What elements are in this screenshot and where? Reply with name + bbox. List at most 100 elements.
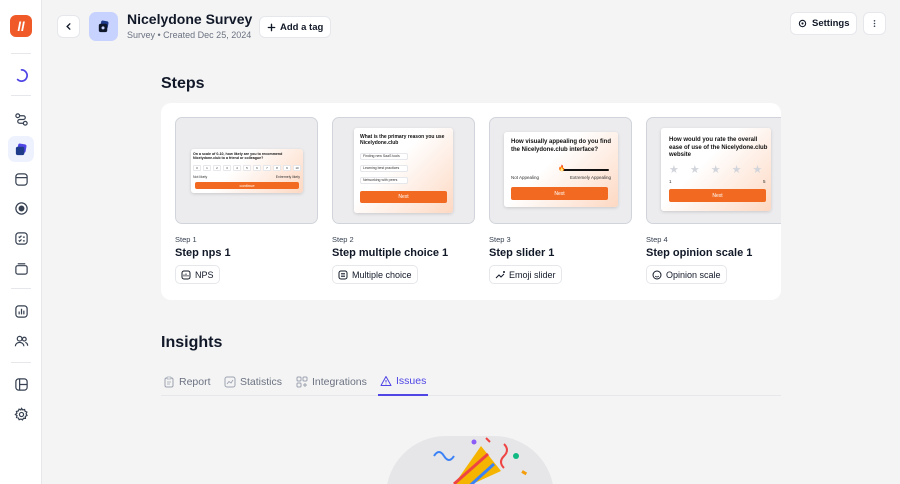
step-name: Step multiple choice 1 xyxy=(332,247,449,259)
preview-option: Networking with peers xyxy=(360,177,408,184)
preview-next-button: Next xyxy=(511,187,608,200)
step-name: Step slider 1 xyxy=(489,247,555,259)
preview-next-button: Next xyxy=(669,189,766,202)
nps-scale-box: 0 xyxy=(193,165,201,171)
window-icon[interactable] xyxy=(8,166,34,192)
multiple-choice-icon xyxy=(338,270,348,279)
step-type-badge: Opinion scale xyxy=(646,265,727,284)
nps-scale-box: 2 xyxy=(213,165,221,171)
tab-label: Issues xyxy=(396,375,427,387)
preview-option: Finding new SaaS tools xyxy=(360,153,408,160)
preview-continue-button: continue xyxy=(195,182,299,189)
logo-mark: ll xyxy=(17,18,25,34)
stack-icon[interactable] xyxy=(8,255,34,281)
settings-icon[interactable] xyxy=(8,401,34,427)
step-preview: On a scale of 0-10, how likely are you t… xyxy=(175,117,318,224)
step-card[interactable]: On a scale of 0-10, how likely are you t… xyxy=(175,117,318,285)
nps-scale-box: 10 xyxy=(293,165,301,171)
route-icon[interactable] xyxy=(8,106,34,132)
step-type-label: Multiple choice xyxy=(352,269,412,280)
surveys-icon[interactable] xyxy=(8,136,34,162)
step-name: Step nps 1 xyxy=(175,247,231,259)
step-type-label: NPS xyxy=(195,269,214,280)
add-tag-label: Add a tag xyxy=(280,21,324,33)
party-popper-icon xyxy=(433,437,528,484)
tab-label: Statistics xyxy=(240,376,283,388)
loader-icon[interactable] xyxy=(8,62,34,88)
top-bar: Nicelydone Survey Survey • Created Dec 2… xyxy=(42,0,900,52)
step-card[interactable]: How visually appealing do you find the N… xyxy=(489,117,632,285)
preview-card: How visually appealing do you find the N… xyxy=(504,132,618,207)
step-name: Step opinion scale 1 xyxy=(646,247,753,259)
steps-panel: On a scale of 0-10, how likely are you t… xyxy=(161,103,781,300)
fire-emoji-icon: 🔥 xyxy=(558,166,566,172)
chart-icon xyxy=(224,376,236,388)
opinion-scale-icon xyxy=(652,270,662,279)
preview-question: What is the primary reason you use Nicel… xyxy=(360,134,445,146)
add-tag-button[interactable]: Add a tag xyxy=(259,16,332,38)
scale-high-label: Extremely likely xyxy=(275,175,300,179)
step-type-badge: Emoji slider xyxy=(489,265,562,284)
step-type-badge: NPS xyxy=(175,265,220,284)
nps-scale-box: 4 xyxy=(233,165,241,171)
slider-track xyxy=(561,169,609,171)
grid-icon xyxy=(296,376,308,388)
nps-scale-box: 1 xyxy=(203,165,211,171)
preview-next-button: Next xyxy=(360,191,447,203)
insights-tabs: Report Statistics Integrations Issues xyxy=(161,368,781,396)
survey-icon xyxy=(89,12,118,41)
step-card[interactable]: How would you rate the overall ease of u… xyxy=(646,117,781,285)
insights-heading: Insights xyxy=(161,334,223,351)
tab-issues[interactable]: Issues xyxy=(378,368,429,396)
nps-scale-box: 9 xyxy=(283,165,291,171)
target-icon[interactable] xyxy=(8,195,34,221)
nps-icon xyxy=(181,270,191,279)
sidebar-divider xyxy=(11,288,31,289)
step-preview: What is the primary reason you use Nicel… xyxy=(332,117,475,224)
gear-icon xyxy=(798,19,807,28)
steps-heading: Steps xyxy=(161,75,205,92)
sidebar-divider xyxy=(11,53,31,54)
step-type-label: Emoji slider xyxy=(509,269,556,280)
more-options-button[interactable] xyxy=(863,12,886,35)
preview-question: On a scale of 0-10, how likely are you t… xyxy=(193,152,283,161)
preview-card: What is the primary reason you use Nicel… xyxy=(354,128,453,213)
settings-label: Settings xyxy=(812,18,850,29)
tab-label: Integrations xyxy=(312,376,367,388)
slider-high-label: Extremely Appealing xyxy=(569,175,611,180)
layout-icon[interactable] xyxy=(8,371,34,397)
step-card[interactable]: What is the primary reason you use Nicel… xyxy=(332,117,475,285)
nps-scale: 0 1 2 3 4 5 6 7 8 9 10 xyxy=(193,165,301,171)
chevron-left-icon xyxy=(66,23,71,30)
users-icon[interactable] xyxy=(8,328,34,354)
step-type-badge: Multiple choice xyxy=(332,265,418,284)
nps-scale-box: 8 xyxy=(273,165,281,171)
preview-option: Learning best practices xyxy=(360,165,408,172)
preview-card: On a scale of 0-10, how likely are you t… xyxy=(191,149,303,193)
preview-card: How would you rate the overall ease of u… xyxy=(661,128,771,211)
rating-stars: ★★★★★ xyxy=(669,164,771,176)
tab-statistics[interactable]: Statistics xyxy=(224,368,282,396)
preview-question: How would you rate the overall ease of u… xyxy=(669,137,768,158)
tab-integrations[interactable]: Integrations xyxy=(296,368,367,396)
app-logo[interactable]: ll xyxy=(10,15,32,37)
scale-low-label: 1 xyxy=(669,179,672,184)
page-title: Nicelydone Survey xyxy=(127,11,253,27)
preview-question: How visually appealing do you find the N… xyxy=(511,139,612,153)
sidebar-divider xyxy=(11,95,31,96)
emoji-slider-icon xyxy=(495,270,505,278)
back-button[interactable] xyxy=(57,15,80,38)
step-preview: How visually appealing do you find the N… xyxy=(489,117,632,224)
analytics-icon[interactable] xyxy=(8,298,34,324)
step-preview: How would you rate the overall ease of u… xyxy=(646,117,781,224)
clipboard-icon xyxy=(164,376,174,388)
step-number: Step 1 xyxy=(175,235,197,244)
step-number: Step 4 xyxy=(646,235,668,244)
step-type-label: Opinion scale xyxy=(666,269,721,280)
step-number: Step 3 xyxy=(489,235,511,244)
sidebar: ll xyxy=(0,0,42,484)
plus-icon xyxy=(267,23,276,31)
checklist-icon[interactable] xyxy=(8,225,34,251)
tab-report[interactable]: Report xyxy=(163,368,211,396)
settings-button[interactable]: Settings xyxy=(790,12,858,35)
